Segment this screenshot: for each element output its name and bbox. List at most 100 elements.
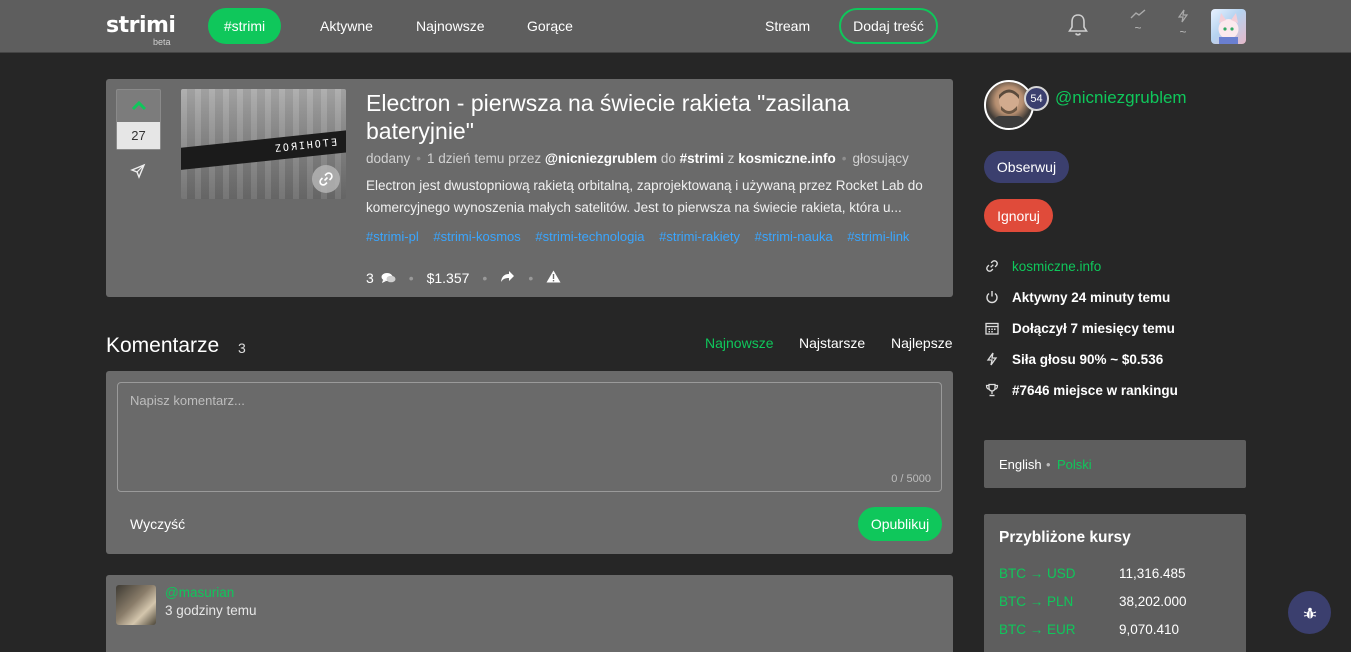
post-description: Electron jest dwustopniową rakietą orbit… [366, 178, 923, 215]
nav-channel-strimi[interactable]: #strimi [208, 8, 281, 44]
ignore-button[interactable]: Ignoruj [984, 199, 1053, 232]
bug-report-button[interactable] [1288, 591, 1331, 634]
rate-value: 9,070.410 [1119, 622, 1180, 637]
sort-newest[interactable]: Najnowsze [705, 335, 773, 351]
post-meta: dodany • 1 dzień temu przez @nicniezgruble… [366, 151, 909, 166]
tag-link[interactable]: #strimi-pl [366, 229, 419, 244]
publish-button[interactable]: Opublikuj [858, 507, 942, 541]
post-card: 27 ZOЯIHOTƎ Electron - pierwsza na świec… [106, 79, 953, 297]
meta-added: dodany [366, 151, 411, 166]
chevron-up-icon [131, 101, 146, 111]
tag-link[interactable]: #strimi-technologia [535, 229, 644, 244]
post-tags: #strimi-pl #strimi-kosmos #strimi-techno… [366, 229, 926, 244]
power-stat: ~ [1175, 9, 1191, 39]
beta-badge: beta [153, 37, 171, 47]
comment-item: @masurian 3 godziny temu [106, 575, 953, 652]
vote-power-text: Siła głosu 90% ~ $0.536 [1012, 351, 1164, 367]
trophy-icon [984, 382, 1000, 398]
comments-icon [381, 273, 396, 283]
meta-time: 1 dzień temu [427, 151, 505, 166]
calendar-icon [984, 320, 1000, 336]
nav-newest[interactable]: Najnowsze [416, 18, 484, 34]
meta-voters[interactable]: głosujący [852, 151, 908, 166]
comment-time: 3 godziny temu [165, 603, 257, 618]
user-avatar[interactable] [1211, 9, 1246, 44]
lightning-icon [984, 351, 1000, 367]
meta-author[interactable]: @nicniezgrublem [545, 151, 657, 166]
stream-link[interactable]: Stream [765, 18, 810, 34]
comment-textarea[interactable]: Napisz komentarz... 0 / 5000 [117, 382, 942, 492]
follow-button[interactable]: Obserwuj [984, 151, 1069, 183]
nav-active[interactable]: Aktywne [320, 18, 373, 34]
trend-value: ~ [1134, 21, 1142, 35]
rates-title: Przybliżone kursy [999, 529, 1131, 546]
clear-button[interactable]: Wyczyść [130, 516, 185, 532]
upvote-button[interactable] [117, 90, 160, 122]
profile-level-badge: 54 [1024, 86, 1049, 111]
comment-form: Napisz komentarz... 0 / 5000 Wyczyść Opu… [106, 371, 953, 554]
active-text: Aktywny 24 minuty temu [1012, 289, 1171, 305]
lang-polish[interactable]: Polski [1057, 457, 1092, 472]
nav-hot[interactable]: Gorące [527, 18, 573, 34]
meta-to: do [660, 151, 676, 166]
info-active: Aktywny 24 minuty temu [984, 287, 1170, 307]
meta-channel[interactable]: #strimi [680, 151, 724, 166]
report-warning-icon[interactable] [546, 270, 561, 286]
share-send-icon[interactable] [130, 163, 146, 184]
lang-english[interactable]: English [999, 457, 1042, 472]
exchange-rates-panel: Przybliżone kursy BTC → USD 11,316.485 B… [984, 514, 1246, 652]
info-joined: Dołączył 7 miesięcy temu [984, 318, 1175, 338]
rate-pair: BTC → USD [999, 566, 1076, 581]
comments-count: 3 [238, 340, 246, 356]
sort-oldest[interactable]: Najstarsze [799, 335, 865, 351]
language-switcher: English • Polski [984, 440, 1246, 488]
rate-row: BTC → PLN 38,202.000 [999, 594, 1239, 612]
share-arrow-icon[interactable] [500, 270, 515, 286]
power-value: ~ [1179, 25, 1187, 39]
info-vote-power: Siła głosu 90% ~ $0.536 [984, 349, 1163, 369]
tag-link[interactable]: #strimi-kosmos [433, 229, 520, 244]
rate-row: BTC → EUR 9,070.410 [999, 622, 1239, 640]
comment-placeholder: Napisz komentarz... [130, 393, 245, 408]
comments-count-value: 3 [366, 270, 374, 286]
rate-value: 11,316.485 [1119, 566, 1186, 581]
info-website: kosmiczne.info [984, 256, 1101, 276]
lightning-icon [1177, 9, 1189, 23]
lang-separator: • [1046, 457, 1051, 472]
rate-pair: BTC → EUR [999, 622, 1076, 637]
sort-best[interactable]: Najlepsze [891, 335, 952, 351]
notifications-bell-icon[interactable] [1067, 13, 1089, 42]
comment-author[interactable]: @masurian [165, 585, 234, 600]
thumbnail-text: ZOЯIHOTƎ [274, 137, 340, 155]
link-icon [984, 258, 1000, 274]
post-actions: 3 • $1.357 • • [366, 270, 561, 286]
meta-source[interactable]: kosmiczne.info [738, 151, 836, 166]
comment-avatar[interactable] [116, 585, 156, 625]
rank-text: #7646 miejsce w rankingu [1012, 382, 1178, 398]
vote-box: 27 [116, 89, 161, 150]
website-link[interactable]: kosmiczne.info [1012, 259, 1101, 274]
trend-icon [1130, 9, 1146, 19]
payout-value[interactable]: $1.357 [427, 270, 470, 286]
trend-stat: ~ [1130, 9, 1146, 35]
top-navbar: strimi beta #strimi Aktywne Najnowsze Go… [0, 0, 1351, 53]
power-icon [984, 289, 1000, 305]
info-rank: #7646 miejsce w rankingu [984, 380, 1178, 400]
post-title[interactable]: Electron - pierwsza na świecie rakieta "… [366, 89, 926, 145]
meta-from: z [727, 151, 735, 166]
comments-count-link[interactable]: 3 [366, 270, 396, 286]
char-counter: 0 / 5000 [891, 473, 931, 485]
tag-link[interactable]: #strimi-link [847, 229, 909, 244]
joined-text: Dołączył 7 miesięcy temu [1012, 320, 1175, 336]
bug-icon [1303, 607, 1316, 618]
profile-name[interactable]: @nicniezgrublem [1055, 88, 1187, 108]
tag-link[interactable]: #strimi-rakiety [659, 229, 740, 244]
link-icon [312, 165, 340, 193]
add-content-button[interactable]: Dodaj treść [839, 8, 938, 44]
tag-link[interactable]: #strimi-nauka [755, 229, 833, 244]
comments-title: Komentarze [106, 334, 220, 357]
post-thumbnail[interactable]: ZOЯIHOTƎ [181, 89, 346, 199]
meta-by: przez [508, 151, 542, 166]
site-logo[interactable]: strimi [106, 13, 176, 38]
rate-row: BTC → USD 11,316.485 [999, 566, 1239, 584]
